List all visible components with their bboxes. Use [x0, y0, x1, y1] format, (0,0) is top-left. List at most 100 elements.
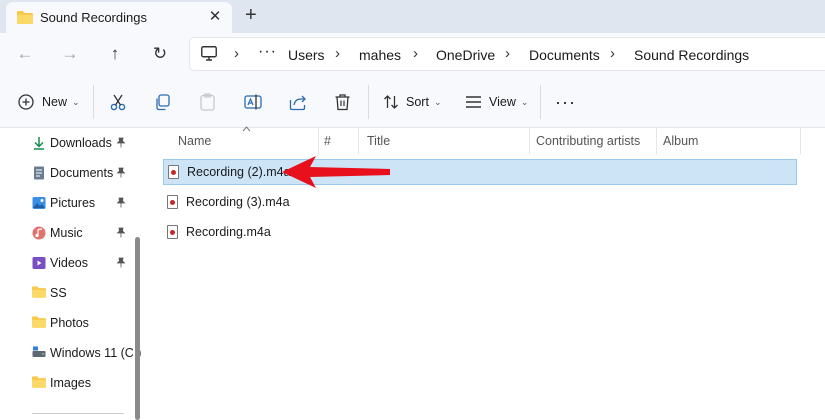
music-icon — [32, 226, 46, 240]
tab-strip: Sound Recordings ✕ + — [0, 0, 825, 33]
pictures-icon — [32, 196, 46, 210]
column-header-title[interactable]: Title — [367, 134, 390, 148]
audio-file-icon — [167, 225, 178, 239]
breadcrumb-separator: › — [505, 45, 510, 62]
file-list: Name # Title Contributing artists Album … — [145, 126, 825, 420]
tab-sound-recordings[interactable]: Sound Recordings ✕ — [6, 2, 232, 33]
sort-button-label: Sort — [406, 95, 429, 109]
folder-icon — [32, 286, 46, 300]
column-divider[interactable] — [358, 128, 359, 154]
cut-button[interactable] — [109, 90, 127, 114]
forward-button[interactable]: → — [59, 43, 81, 65]
drive-icon — [32, 346, 46, 360]
share-icon — [289, 94, 307, 111]
download-icon — [32, 136, 46, 150]
view-icon — [465, 95, 482, 109]
file-row-recording-2[interactable]: Recording (2).m4a — [163, 159, 797, 185]
file-row-recording-3[interactable]: Recording (3).m4a — [163, 189, 797, 215]
delete-button[interactable] — [334, 90, 351, 114]
sidebar-item-ss[interactable]: SS — [32, 283, 132, 303]
chevron-down-icon: ⌄ — [520, 96, 529, 107]
view-button-label: View — [489, 95, 516, 109]
pin-icon[interactable] — [116, 227, 126, 241]
command-bar: New ⌄ Sort ⌄ View ⌄ ··· — [0, 76, 825, 128]
annotation-arrow-icon — [282, 156, 390, 188]
sort-icon — [383, 94, 399, 110]
sidebar-item-label: Documents — [50, 166, 114, 180]
pin-icon[interactable] — [116, 257, 126, 271]
add-icon — [18, 94, 34, 110]
sidebar-item-label: Images — [50, 376, 91, 390]
breadcrumb-item-onedrive[interactable]: OneDrive — [436, 47, 495, 63]
breadcrumb-item-sound-recordings[interactable]: Sound Recordings — [634, 47, 749, 63]
pin-icon[interactable] — [116, 197, 126, 211]
pin-icon[interactable] — [116, 137, 126, 151]
new-button[interactable]: New ⌄ — [18, 90, 80, 114]
sidebar-item-windows-11-c[interactable]: Windows 11 (C:) — [32, 343, 142, 363]
file-name: Recording.m4a — [186, 225, 271, 239]
column-divider[interactable] — [656, 128, 657, 154]
back-button[interactable]: ← — [14, 43, 36, 65]
column-header-number[interactable]: # — [324, 134, 331, 148]
column-header-name[interactable]: Name — [178, 134, 211, 148]
file-name: Recording (3).m4a — [186, 195, 290, 209]
share-button[interactable] — [289, 90, 307, 114]
chevron-down-icon: ⌄ — [433, 96, 442, 107]
breadcrumb-item-mahes[interactable]: mahes — [359, 47, 401, 63]
sidebar-item-label: Videos — [50, 256, 88, 270]
new-tab-button[interactable]: + — [245, 5, 257, 25]
folder-icon — [17, 11, 33, 27]
sidebar-item-label: Photos — [50, 316, 89, 330]
sidebar-item-label: Pictures — [50, 196, 96, 210]
up-button[interactable]: ↑ — [104, 43, 126, 65]
rename-button[interactable] — [244, 90, 262, 114]
toolbar-divider — [93, 85, 94, 119]
this-pc-icon[interactable] — [201, 46, 217, 64]
breadcrumb-item-users[interactable]: Users — [288, 47, 325, 63]
trash-icon — [334, 93, 351, 111]
file-name: Recording (2).m4a — [187, 165, 291, 179]
sidebar-item-label: SS — [50, 286, 67, 300]
folder-icon — [32, 376, 46, 390]
refresh-button[interactable]: ↻ — [149, 43, 171, 65]
documents-icon — [32, 166, 46, 180]
sort-ascending-icon — [242, 124, 251, 134]
address-row: ← → ↑ ↻ › ··· Users › mahes › OneDrive ›… — [0, 33, 825, 76]
breadcrumb-separator: › — [413, 45, 418, 62]
address-bar[interactable]: › ··· Users › mahes › OneDrive › Documen… — [189, 37, 825, 71]
sort-button[interactable]: Sort ⌄ — [383, 90, 441, 114]
sidebar-item-label: Windows 11 (C:) — [50, 346, 142, 360]
breadcrumb-separator: › — [610, 45, 615, 62]
file-row-recording[interactable]: Recording.m4a — [163, 219, 797, 245]
copy-button[interactable] — [154, 90, 171, 114]
paste-button[interactable] — [199, 90, 216, 114]
chevron-down-icon: ⌄ — [72, 96, 80, 107]
nav-scrollbar[interactable] — [135, 237, 140, 420]
toolbar-divider — [368, 85, 369, 119]
audio-file-icon — [168, 165, 179, 179]
paste-icon — [199, 93, 216, 111]
new-button-label: New — [42, 95, 68, 109]
column-header-contributing-artists[interactable]: Contributing artists — [536, 134, 640, 148]
breadcrumb-separator: › — [234, 45, 239, 62]
view-button[interactable]: View ⌄ — [465, 90, 528, 114]
column-header-album[interactable]: Album — [663, 134, 698, 148]
sidebar-item-photos[interactable]: Photos — [32, 313, 132, 333]
breadcrumb-overflow[interactable]: ··· — [258, 43, 277, 61]
tab-title: Sound Recordings — [40, 10, 147, 25]
audio-file-icon — [167, 195, 178, 209]
close-tab-icon[interactable]: ✕ — [206, 8, 224, 26]
more-options-button[interactable]: ··· — [555, 90, 576, 114]
rename-icon — [244, 93, 262, 111]
folder-icon — [32, 316, 46, 330]
pin-icon[interactable] — [116, 167, 126, 181]
cut-icon — [109, 93, 127, 111]
sidebar-item-label: Downloads — [50, 136, 112, 150]
column-divider[interactable] — [800, 128, 801, 154]
toolbar-divider — [540, 85, 541, 119]
column-divider[interactable] — [529, 128, 530, 154]
breadcrumb-item-documents[interactable]: Documents — [529, 47, 600, 63]
column-divider[interactable] — [318, 128, 319, 154]
nav-divider — [32, 413, 124, 414]
sidebar-item-images[interactable]: Images — [32, 373, 132, 393]
